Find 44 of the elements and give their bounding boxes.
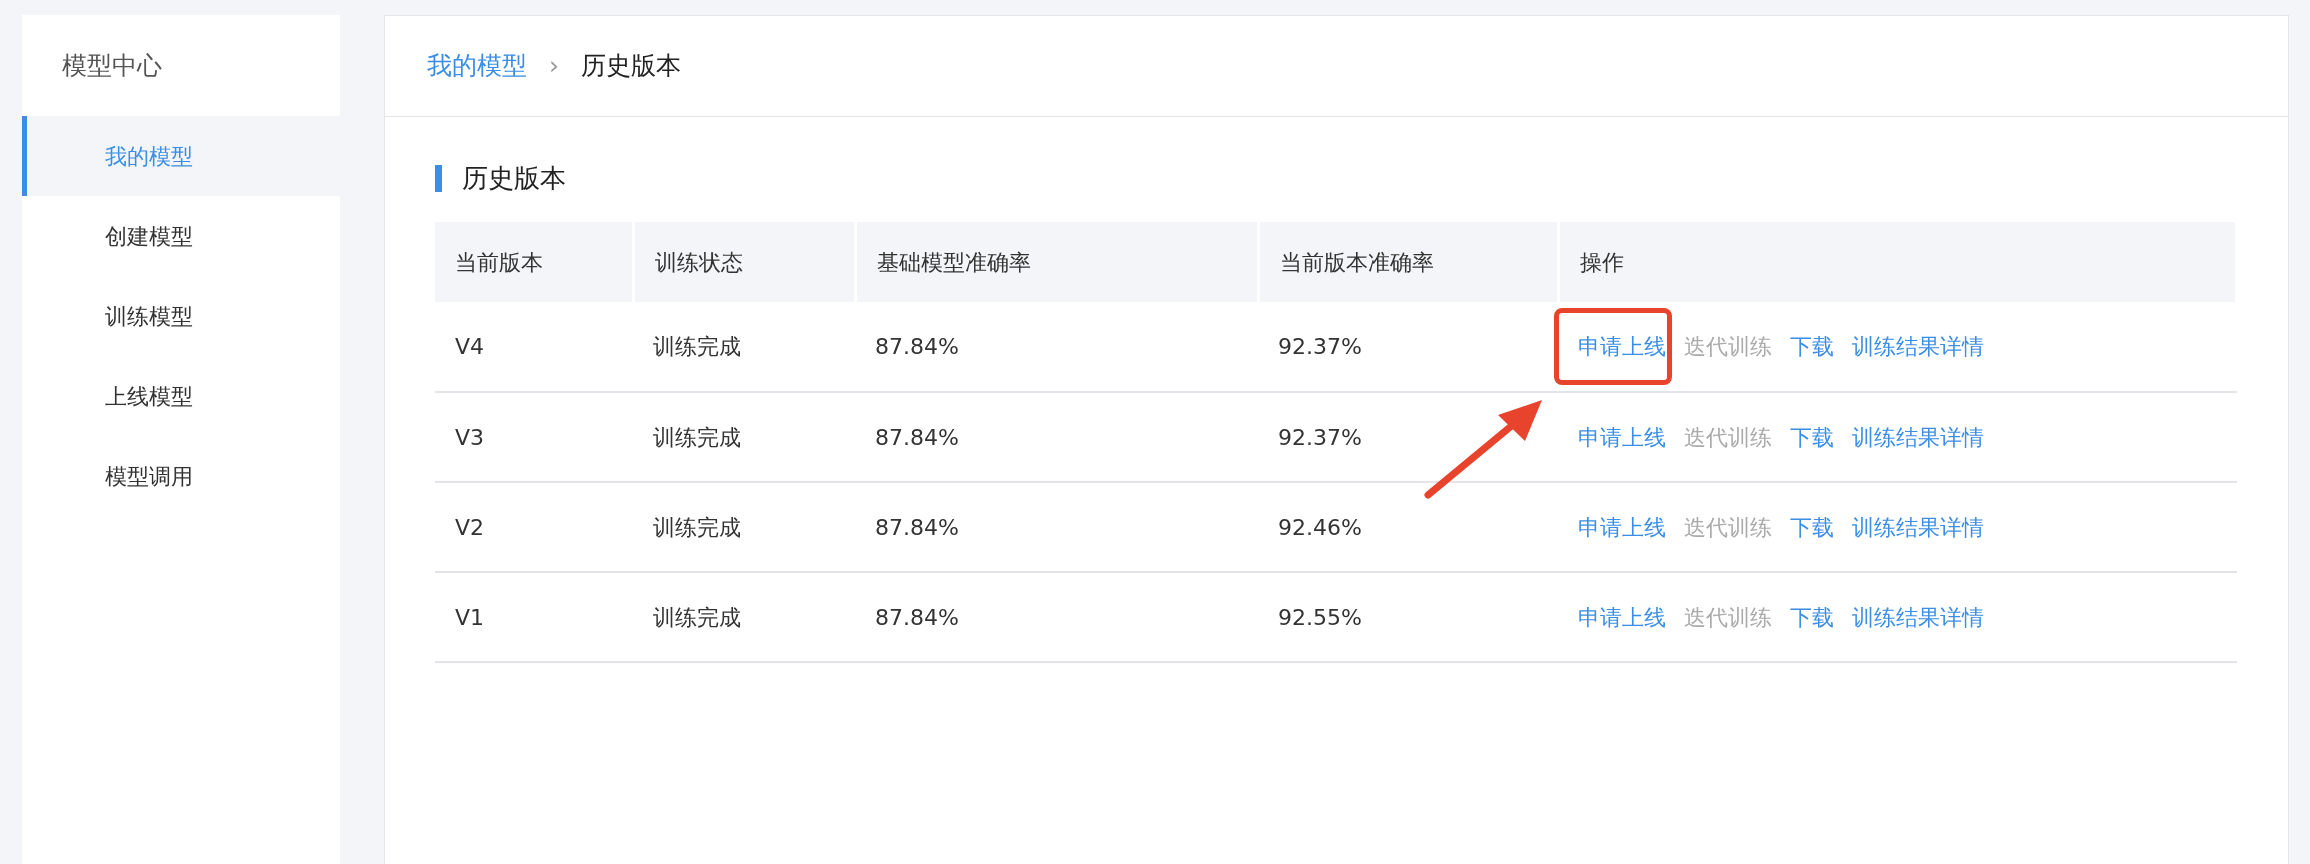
action-link[interactable]: 下载 [1790, 514, 1834, 540]
action-link[interactable]: 申请上线 [1578, 334, 1666, 359]
action-link[interactable]: 训练结果详情 [1852, 514, 1984, 540]
column-header-text: 训练状态 [654, 249, 743, 275]
column-header-text: 基础模型准确率 [876, 249, 1031, 275]
action-link[interactable]: 训练结果详情 [1852, 604, 1984, 630]
table-cell: V2 [455, 514, 485, 540]
action-link[interactable]: 训练结果详情 [1852, 424, 1984, 450]
table-cell: V1 [455, 604, 485, 630]
table-cell: 92.37% [1278, 334, 1362, 359]
sidebar-item[interactable]: 模型调用 [22, 436, 340, 516]
action-link[interactable]: 申请上线 [1578, 604, 1666, 630]
table-cell: 87.84% [875, 334, 959, 359]
table-cell: 训练完成 [653, 514, 741, 540]
section-marker [435, 165, 442, 192]
column-header-text: 当前版本 [455, 249, 543, 275]
sidebar-item[interactable]: 上线模型 [22, 356, 340, 436]
column-header-text: 操作 [1579, 249, 1624, 275]
table-cell: V4 [455, 334, 485, 359]
breadcrumb-current: 历史版本 [581, 50, 681, 83]
table-cell: 训练完成 [653, 334, 741, 359]
sidebar-item[interactable]: 训练模型 [22, 276, 340, 356]
action-link[interactable]: 下载 [1790, 334, 1834, 359]
column-header-text: 当前版本准确率 [1279, 249, 1434, 275]
table-cell: 训练完成 [653, 424, 741, 450]
table-cell: 92.46% [1278, 514, 1362, 540]
action-link[interactable]: 训练结果详情 [1852, 334, 1984, 359]
sidebar-item[interactable]: 创建模型 [22, 196, 340, 276]
table-cell: V3 [455, 424, 485, 450]
sidebar-item[interactable]: 我的模型 [22, 116, 340, 196]
action-link[interactable]: 下载 [1790, 424, 1834, 450]
action-link[interactable]: 申请上线 [1578, 424, 1666, 450]
table-cell: 87.84% [875, 514, 959, 540]
table-cell: 87.84% [875, 424, 959, 450]
table-cell: 92.37% [1278, 424, 1362, 450]
sidebar-title: 模型中心 [61, 49, 163, 82]
section-title: 历史版本 [462, 162, 566, 195]
breadcrumb-separator: › [549, 50, 559, 83]
action-link[interactable]: 申请上线 [1578, 514, 1666, 540]
table-cell: 87.84% [875, 604, 959, 630]
table-cell: 92.55% [1278, 604, 1362, 630]
breadcrumb-link[interactable]: 我的模型 [427, 47, 527, 85]
table-cell: 训练完成 [653, 604, 741, 630]
action-link[interactable]: 下载 [1790, 604, 1834, 630]
